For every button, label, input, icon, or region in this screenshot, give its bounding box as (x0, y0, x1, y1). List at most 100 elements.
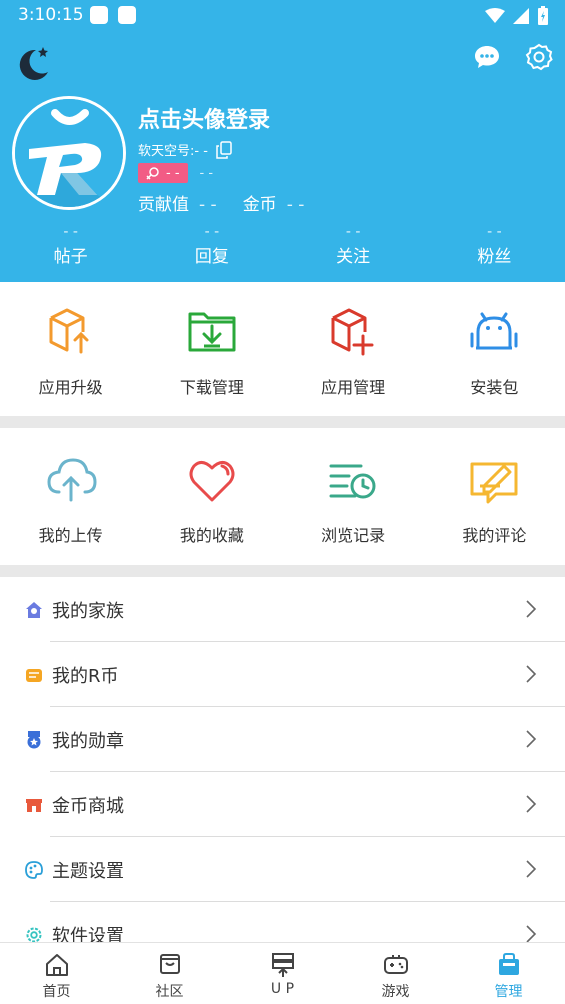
grid-label: 我的收藏 (179, 526, 244, 545)
profile-header: 3:10:15 点击头像登录 软天空号:- - - - - - 贡献值 - - … (0, 0, 565, 282)
family-icon (26, 601, 42, 618)
avatar[interactable] (12, 96, 126, 210)
app-upgrade-button[interactable]: 应用升级 (0, 304, 141, 398)
list-item-theme[interactable]: 主题设置 (0, 837, 565, 902)
count-value: - - (204, 224, 220, 240)
count-posts[interactable]: - - 帖子 (0, 222, 141, 272)
nav-community[interactable]: 社区 (113, 943, 226, 1004)
badge-row: - - - - (138, 163, 213, 183)
cloud-upload-icon (47, 458, 97, 502)
chevron-right-icon (526, 860, 537, 878)
box-upgrade-icon (49, 308, 89, 354)
account-id-row: 软天空号:- - (138, 140, 232, 159)
message-icon[interactable] (472, 42, 502, 72)
section-separator (0, 416, 565, 428)
community-icon (159, 954, 180, 974)
status-bar: 3:10:15 (0, 0, 565, 32)
social-counts: - - 帖子 - - 回复 - - 关注 - - 粉丝 (0, 222, 565, 272)
login-prompt[interactable]: 点击头像登录 (138, 102, 270, 134)
status-time: 3:10:15 (18, 5, 84, 25)
coins-value: - - (286, 195, 305, 215)
count-value: - - (345, 224, 361, 240)
count-label: 关注 (336, 247, 371, 267)
nav-label: 首页 (42, 984, 71, 1000)
nav-label: 管理 (494, 984, 523, 1000)
section-separator (0, 565, 565, 577)
copy-icon[interactable] (216, 140, 232, 159)
notification-icon (90, 6, 108, 24)
app-manager-button[interactable]: 应用管理 (283, 304, 424, 398)
contribution-value: - - (199, 195, 217, 215)
list-item-label: 我的勋章 (52, 730, 124, 752)
gender-icon (146, 167, 159, 180)
app-root: 3:10:15 点击头像登录 软天空号:- - - - - - 贡献值 - - … (0, 0, 565, 1004)
medal-icon (27, 730, 41, 748)
coins-stat: 金币 - - (243, 190, 305, 215)
notification-icon (118, 6, 136, 24)
android-icon (470, 312, 518, 350)
my-uploads-button[interactable]: 我的上传 (0, 452, 141, 546)
count-value: - - (63, 224, 78, 240)
grid-label: 浏览记录 (321, 526, 386, 545)
list-item-label: 主题设置 (52, 860, 124, 882)
level-badge-value: - - (166, 165, 180, 181)
up-icon (271, 953, 294, 977)
download-manager-button[interactable]: 下载管理 (141, 304, 282, 398)
bottom-nav: 首页 社区 U P 游戏 管理 (0, 942, 565, 1004)
heart-icon (189, 461, 235, 502)
grid-label: 我的评论 (462, 526, 527, 545)
list-item-store[interactable]: 金币商城 (0, 772, 565, 837)
box-add-icon (331, 308, 374, 356)
nav-up[interactable]: U P (226, 943, 339, 1004)
night-mode-icon[interactable] (14, 44, 54, 84)
list-item-label: 我的家族 (52, 600, 124, 622)
contribution-stat: 贡献值 - - (138, 190, 217, 215)
count-label: 粉丝 (477, 247, 512, 267)
nav-home[interactable]: 首页 (0, 943, 113, 1004)
list-item-label: 金币商城 (52, 795, 124, 817)
count-replies[interactable]: - - 回复 (141, 222, 282, 272)
chevron-right-icon (526, 925, 537, 943)
comment-edit-icon (470, 462, 518, 504)
user-activity-grid: 我的上传 我的收藏 浏览记录 我的评论 (0, 452, 565, 546)
badge-extra: - - (199, 165, 214, 181)
rcoin-icon (26, 668, 42, 682)
level-badge: - - (138, 163, 188, 183)
gamepad-icon (383, 955, 408, 974)
grid-label: 应用管理 (321, 378, 386, 397)
wifi-icon (485, 8, 505, 23)
grid-label: 安装包 (470, 378, 519, 397)
chevron-right-icon (526, 665, 537, 683)
count-following[interactable]: - - 关注 (283, 222, 424, 272)
store-icon (26, 798, 42, 812)
my-comments-button[interactable]: 我的评论 (424, 452, 565, 546)
my-favorites-button[interactable]: 我的收藏 (141, 452, 282, 546)
chevron-right-icon (526, 600, 537, 618)
settings-gear-icon[interactable] (524, 42, 554, 72)
list-item-family[interactable]: 我的家族 (0, 577, 565, 642)
nav-label: 游戏 (381, 984, 410, 1000)
account-id: 软天空号:- - (138, 144, 208, 159)
nav-label: U P (270, 981, 295, 997)
count-value: - - (487, 224, 502, 240)
profile-stats: 贡献值 - - 金币 - - (138, 190, 304, 215)
contribution-label: 贡献值 (138, 195, 189, 215)
nav-manage[interactable]: 管理 (452, 943, 565, 1004)
nav-games[interactable]: 游戏 (339, 943, 452, 1004)
count-label: 帖子 (53, 247, 88, 267)
app-logo-icon (15, 99, 123, 207)
status-icons (485, 6, 549, 26)
nav-label: 社区 (155, 984, 184, 1000)
install-package-button[interactable]: 安装包 (424, 304, 565, 398)
browse-history-button[interactable]: 浏览记录 (283, 452, 424, 546)
grid-label: 我的上传 (38, 526, 103, 545)
count-fans[interactable]: - - 粉丝 (424, 222, 565, 272)
manage-icon (498, 953, 519, 975)
list-item-label: 我的R币 (52, 665, 119, 687)
palette-icon (25, 860, 43, 879)
list-item-medal[interactable]: 我的勋章 (0, 707, 565, 772)
list-item-rcoin[interactable]: 我的R币 (0, 642, 565, 707)
coins-label: 金币 (242, 195, 277, 215)
app-tools-grid: 应用升级 下载管理 应用管理 安装包 (0, 304, 565, 398)
home-icon (45, 954, 68, 976)
